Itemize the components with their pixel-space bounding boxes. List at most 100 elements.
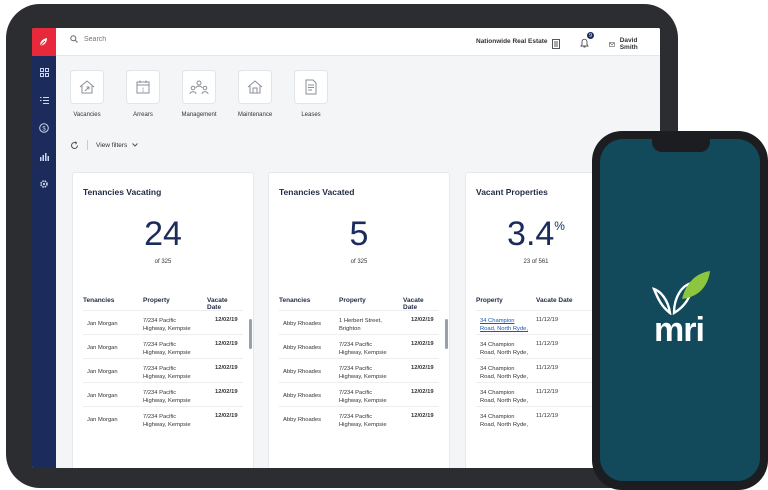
vacate-date: 11/12/19 (536, 317, 559, 323)
metric-subtext: of 325 (154, 259, 172, 265)
table-row[interactable]: Jan Morgan 7/234 Pacific Highway, Kempsie… (83, 406, 243, 430)
tile-management[interactable]: Management (171, 70, 227, 118)
scrollbar[interactable] (445, 319, 448, 349)
vacate-date: 12/02/19 (215, 341, 238, 347)
property-link[interactable]: 34 Champion Road, North Ryde, (480, 317, 528, 333)
people-icon (189, 80, 209, 95)
card-title: Tenancies Vacated (279, 187, 355, 197)
metric-unit: % (554, 219, 565, 233)
property-address: 7/234 Pacific Highway, Kempsie (143, 414, 191, 428)
column-header: Property (339, 297, 366, 304)
tenant-name: Abby Rhoades (283, 417, 322, 423)
finance-icon[interactable]: $ (36, 120, 52, 136)
tenant-name: Jan Morgan (87, 369, 118, 375)
tenant-name: Abby Rhoades (283, 345, 322, 351)
property-address: 34 Champion Road, North Ryde, (480, 342, 529, 356)
table-row[interactable]: Abby Rhoades 7/234 Pacific Highway, Kemps… (279, 382, 439, 406)
phone-splash-screen: mri (600, 139, 760, 481)
tile-label: Management (181, 112, 217, 118)
search-bar (70, 35, 204, 43)
property-address: 34 Champion Road, North Ryde, (480, 390, 529, 404)
notification-count-badge: 9 (587, 32, 594, 39)
vacate-date: 11/12/19 (536, 389, 559, 395)
tile-maintenance[interactable]: Maintenance (227, 70, 283, 118)
vacate-date: 11/12/19 (536, 413, 559, 419)
table-row[interactable]: Abby Rhoades 7/234 Pacific Highway, Kemps… (279, 334, 439, 358)
calendar-icon: 1 (136, 80, 150, 94)
notifications-button[interactable]: 9 (580, 32, 594, 53)
tile-label: Arrears (133, 112, 153, 118)
vacate-date: 12/02/19 (411, 389, 434, 395)
search-input[interactable] (84, 35, 204, 43)
app-logo[interactable] (32, 28, 56, 56)
tenant-name: Abby Rhoades (283, 393, 322, 399)
card-tenancies-vacated[interactable]: Tenancies Vacated 5 of 325 Tenancies Pro… (268, 172, 450, 468)
tenant-name: Abby Rhoades (283, 369, 322, 375)
property-address: 34 Champion Road, North Ryde, (480, 414, 529, 428)
settings-gear-icon[interactable] (36, 176, 52, 192)
table-row[interactable]: Jan Morgan 7/234 Pacific Highway, Kempsie… (83, 334, 243, 358)
sidebar: $ (32, 28, 56, 468)
property-address: 7/234 Pacific Highway, Kempsie (339, 366, 387, 380)
vacate-date: 12/02/19 (215, 389, 238, 395)
search-icon (70, 35, 78, 43)
leaf-logo-icon (652, 271, 710, 315)
house-arrow-icon (79, 80, 95, 94)
vacate-date: 11/12/19 (536, 365, 559, 371)
card-tenancies-vacating[interactable]: Tenancies Vacating 24 of 325 Tenancies P… (72, 172, 254, 468)
column-header: Vacate Date (536, 297, 573, 304)
vacate-date: 12/02/19 (411, 341, 434, 347)
brand-wordmark: mri (654, 311, 705, 349)
tile-label: Maintenance (237, 112, 273, 118)
metric-subtext: of 325 (350, 259, 368, 265)
dashboard-icon[interactable] (36, 64, 52, 80)
tile-vacancies[interactable]: Vacancies (59, 70, 115, 118)
column-header: Vacate Date (403, 297, 424, 311)
vacate-date: 12/02/19 (215, 365, 238, 371)
table-row[interactable]: Abby Rhoades 7/234 Pacific Highway, Kemps… (279, 406, 439, 430)
metric-value: 24 (144, 215, 182, 253)
dashboard-screen: $ Nationwide Real Estate (32, 28, 660, 468)
column-header: Vacate Date (207, 297, 228, 311)
refresh-icon[interactable] (70, 140, 79, 150)
tile-leases[interactable]: Leases (283, 70, 339, 118)
column-header: Property (143, 297, 170, 304)
table-row[interactable]: Abby Rhoades 1 Herbert Street, Brighton 1… (279, 310, 439, 334)
vacate-date: 12/02/19 (411, 365, 434, 371)
property-address: 7/234 Pacific Highway, Kempsie (143, 318, 191, 332)
house-tool-icon (247, 80, 263, 94)
tile-arrears[interactable]: 1 Arrears (115, 70, 171, 118)
card-title: Tenancies Vacating (83, 187, 162, 197)
tasks-icon[interactable] (36, 92, 52, 108)
vacate-date: 12/02/19 (215, 317, 238, 323)
view-filters-button[interactable]: View filters (96, 141, 139, 149)
tile-label: Leases (301, 112, 321, 118)
property-address: 7/234 Pacific Highway, Kempsie (339, 414, 387, 428)
tablet-device: $ Nationwide Real Estate (6, 4, 678, 488)
tenant-name: Jan Morgan (87, 321, 118, 327)
column-header: Tenancies (83, 297, 115, 304)
tenant-name: Jan Morgan (87, 393, 118, 399)
scrollbar[interactable] (249, 319, 252, 349)
tenant-name: Jan Morgan (87, 417, 118, 423)
filter-bar: View filters (70, 140, 139, 150)
building-icon[interactable] (552, 36, 560, 54)
user-menu[interactable]: David Smith (609, 37, 660, 51)
view-filters-label: View filters (96, 141, 128, 149)
column-header: Tenancies (279, 297, 311, 304)
property-address: 7/234 Pacific Highway, Kempsie (143, 390, 191, 404)
reports-icon[interactable] (36, 148, 52, 164)
user-name: David Smith (619, 37, 638, 51)
property-address: 7/234 Pacific Highway, Kempsie (339, 342, 387, 356)
organization-name: Nationwide Real Estate (476, 38, 548, 45)
table-row[interactable]: Jan Morgan 7/234 Pacific Highway, Kempsie… (83, 310, 243, 334)
tenant-name: Abby Rhoades (283, 321, 322, 327)
svg-text:1: 1 (142, 88, 145, 94)
column-header: Property (476, 297, 503, 304)
table-row[interactable]: Abby Rhoades 7/234 Pacific Highway, Kemps… (279, 358, 439, 382)
table-row[interactable]: Jan Morgan 7/234 Pacific Highway, Kempsie… (83, 382, 243, 406)
document-icon (305, 79, 317, 95)
divider (87, 140, 88, 150)
table-row[interactable]: Jan Morgan 7/234 Pacific Highway, Kempsie… (83, 358, 243, 382)
chevron-down-icon (132, 143, 139, 147)
